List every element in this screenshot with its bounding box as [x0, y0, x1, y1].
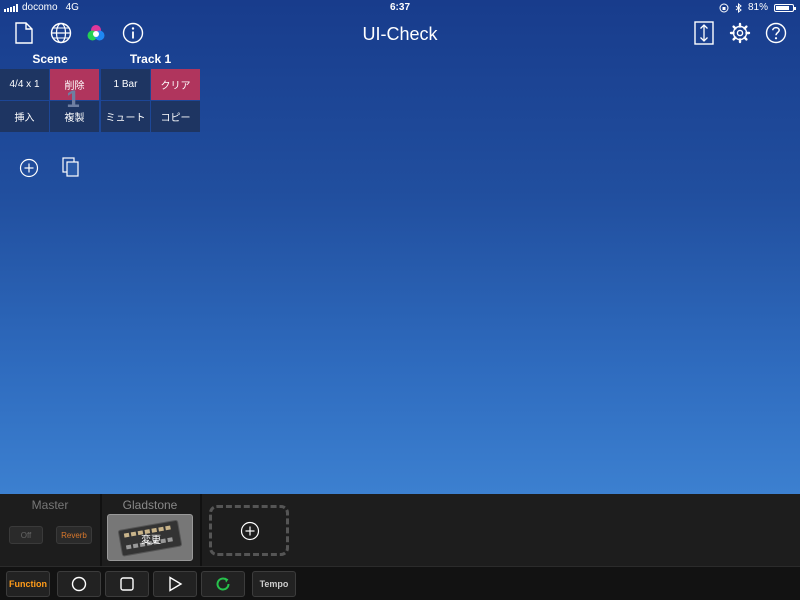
page-title: UI-Check: [362, 24, 438, 44]
loop-button[interactable]: [201, 571, 245, 597]
tempo-button[interactable]: Tempo: [252, 571, 296, 597]
strip-divider: [200, 494, 202, 566]
instrument-slot[interactable]: 変更: [107, 514, 193, 561]
expand-vertical-icon[interactable]: [694, 21, 714, 45]
record-button[interactable]: [57, 571, 101, 597]
color-theme-icon[interactable]: [86, 24, 106, 42]
track-length[interactable]: 1 Bar: [101, 69, 150, 100]
loop-icon: [216, 577, 230, 591]
new-file-icon[interactable]: [15, 22, 33, 44]
stop-icon: [120, 577, 134, 591]
globe-icon[interactable]: [50, 22, 72, 44]
play-button[interactable]: [153, 571, 197, 597]
add-instrument-icon: [240, 521, 260, 541]
scene-duplicate-button[interactable]: 複製: [50, 101, 99, 132]
track-clear-button[interactable]: クリア: [151, 69, 200, 100]
instrument-label: Gladstone: [122, 498, 178, 512]
rotation-lock-icon: [719, 3, 729, 12]
function-button[interactable]: Function: [6, 571, 50, 597]
bluetooth-icon: [735, 2, 742, 13]
master-label: Master: [31, 498, 69, 512]
add-instrument-slot[interactable]: [209, 505, 289, 556]
track-title: Track 1: [129, 52, 172, 66]
record-icon: [71, 576, 87, 592]
help-icon[interactable]: [765, 22, 787, 44]
track-mute-button[interactable]: ミュート: [101, 101, 150, 132]
battery-percent: 81%: [747, 2, 768, 13]
main-area: docomo 4G 6:37 81% UI-Check Scene 4/4 x …: [0, 0, 800, 494]
scene-insert-button[interactable]: 挿入: [0, 101, 49, 132]
duplicate-scene-icon[interactable]: [62, 157, 80, 177]
battery-icon: [774, 3, 796, 12]
master-off-button[interactable]: Off: [9, 526, 43, 544]
scene-title: Scene: [32, 52, 68, 66]
track-copy-button[interactable]: コピー: [151, 101, 200, 132]
app-window: docomo 4G 6:37 81% UI-Check Scene 4/4 x …: [0, 0, 800, 600]
scene-delete-button[interactable]: 削除: [50, 69, 99, 100]
transport-bar: Function Tempo: [0, 566, 800, 600]
scene-time-signature[interactable]: 4/4 x 1: [0, 69, 49, 100]
status-bar: docomo 4G 6:37 81%: [0, 0, 800, 16]
status-right: 81%: [719, 2, 796, 13]
add-scene-icon[interactable]: [19, 158, 39, 178]
instrument-change-label: 変更: [141, 535, 161, 546]
master-reverb-button[interactable]: Reverb: [56, 526, 92, 544]
battery-fill: [776, 5, 789, 10]
play-icon: [169, 576, 183, 592]
stop-button[interactable]: [105, 571, 149, 597]
info-icon[interactable]: [122, 22, 144, 44]
clock: 6:37: [389, 2, 410, 13]
gear-icon[interactable]: [729, 22, 751, 44]
